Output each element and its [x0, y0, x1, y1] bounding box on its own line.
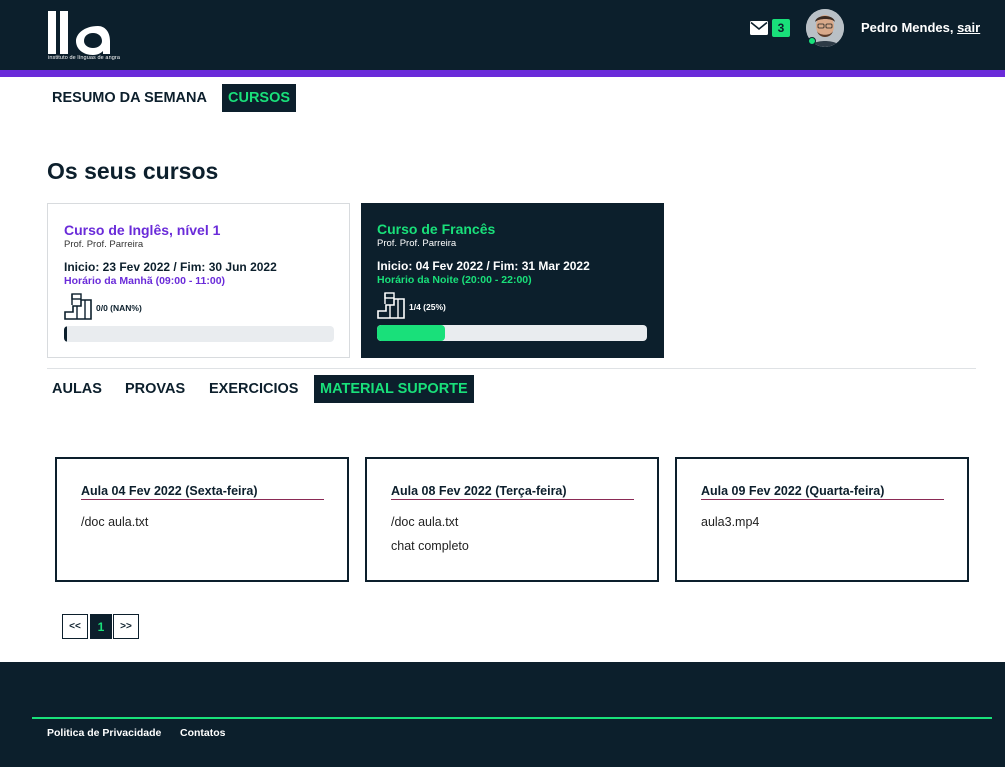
- course-progress-bar: [377, 325, 647, 341]
- user-name: Pedro Mendes,: [861, 20, 958, 35]
- lesson-title: Aula 09 Fev 2022 (Quarta-feira): [701, 484, 944, 500]
- pagination-page-1[interactable]: 1: [90, 614, 112, 639]
- lesson-file-link[interactable]: /doc aula.txt: [81, 515, 148, 529]
- footer-divider: [32, 717, 992, 719]
- tab-provas[interactable]: PROVAS: [119, 375, 191, 403]
- logo-tagline: instituto de línguas de angra: [48, 55, 121, 61]
- course-title: Curso de Francês: [377, 221, 496, 237]
- mail-icon[interactable]: [750, 19, 768, 36]
- course-progress-text: 1/4 (25%): [409, 302, 446, 312]
- lesson-file-link[interactable]: /doc aula.txt: [391, 515, 458, 529]
- lesson-card: Aula 09 Fev 2022 (Quarta-feira) aula3.mp…: [675, 457, 969, 582]
- section-divider: [47, 368, 976, 369]
- progress-stairs-icon: [64, 293, 92, 320]
- course-dates: Inicio: 04 Fev 2022 / Fim: 31 Mar 2022: [377, 259, 590, 273]
- course-professor: Prof. Prof. Parreira: [64, 239, 144, 250]
- course-progress-fill: [64, 326, 67, 342]
- user-menu: Pedro Mendes, sair: [861, 20, 980, 35]
- course-card-frances[interactable]: Curso de Francês Prof. Prof. Parreira In…: [361, 203, 664, 358]
- course-card-ingles[interactable]: Curso de Inglês, nível 1 Prof. Prof. Par…: [47, 203, 350, 358]
- course-dates: Inicio: 23 Fev 2022 / Fim: 30 Jun 2022: [64, 260, 277, 274]
- nav-resumo-semana[interactable]: RESUMO DA SEMANA: [46, 84, 213, 112]
- course-professor: Prof. Prof. Parreira: [377, 238, 457, 249]
- online-status-icon: [808, 37, 816, 45]
- page-title: Os seus cursos: [47, 158, 219, 184]
- lesson-title: Aula 04 Fev 2022 (Sexta-feira): [81, 484, 324, 500]
- lesson-card: Aula 08 Fev 2022 (Terça-feira) /doc aula…: [365, 457, 659, 582]
- lesson-file-link[interactable]: aula3.mp4: [701, 515, 759, 529]
- nav-cursos[interactable]: CURSOS: [222, 84, 297, 112]
- footer: [0, 662, 1005, 767]
- course-schedule: Horário da Noite (20:00 - 22:00): [377, 274, 532, 286]
- progress-stairs-icon: [377, 292, 405, 319]
- lesson-card: Aula 04 Fev 2022 (Sexta-feira) /doc aula…: [55, 457, 349, 582]
- tab-exercicios[interactable]: EXERCICIOS: [203, 375, 304, 403]
- course-progress-text: 0/0 (NAN%): [96, 303, 142, 313]
- course-schedule: Horário da Manhã (09:00 - 11:00): [64, 275, 226, 287]
- tab-aulas[interactable]: AULAS: [46, 375, 108, 403]
- course-progress-fill: [377, 325, 445, 341]
- header-accent-bar: [0, 70, 1005, 77]
- tab-material-suporte[interactable]: MATERIAL SUPORTE: [314, 375, 474, 403]
- header: [0, 0, 1005, 70]
- pagination-next-button[interactable]: >>: [113, 614, 139, 639]
- lesson-title: Aula 08 Fev 2022 (Terça-feira): [391, 484, 634, 500]
- mail-count-badge[interactable]: 3: [772, 19, 790, 37]
- course-title: Curso de Inglês, nível 1: [64, 222, 221, 238]
- logout-link[interactable]: sair: [957, 20, 980, 35]
- contacts-link[interactable]: Contatos: [180, 727, 226, 739]
- privacy-policy-link[interactable]: Politica de Privacidade: [47, 727, 161, 739]
- pagination-prev-button[interactable]: <<: [62, 614, 88, 639]
- lesson-file-link[interactable]: chat completo: [391, 539, 469, 553]
- course-progress-bar: [64, 326, 334, 342]
